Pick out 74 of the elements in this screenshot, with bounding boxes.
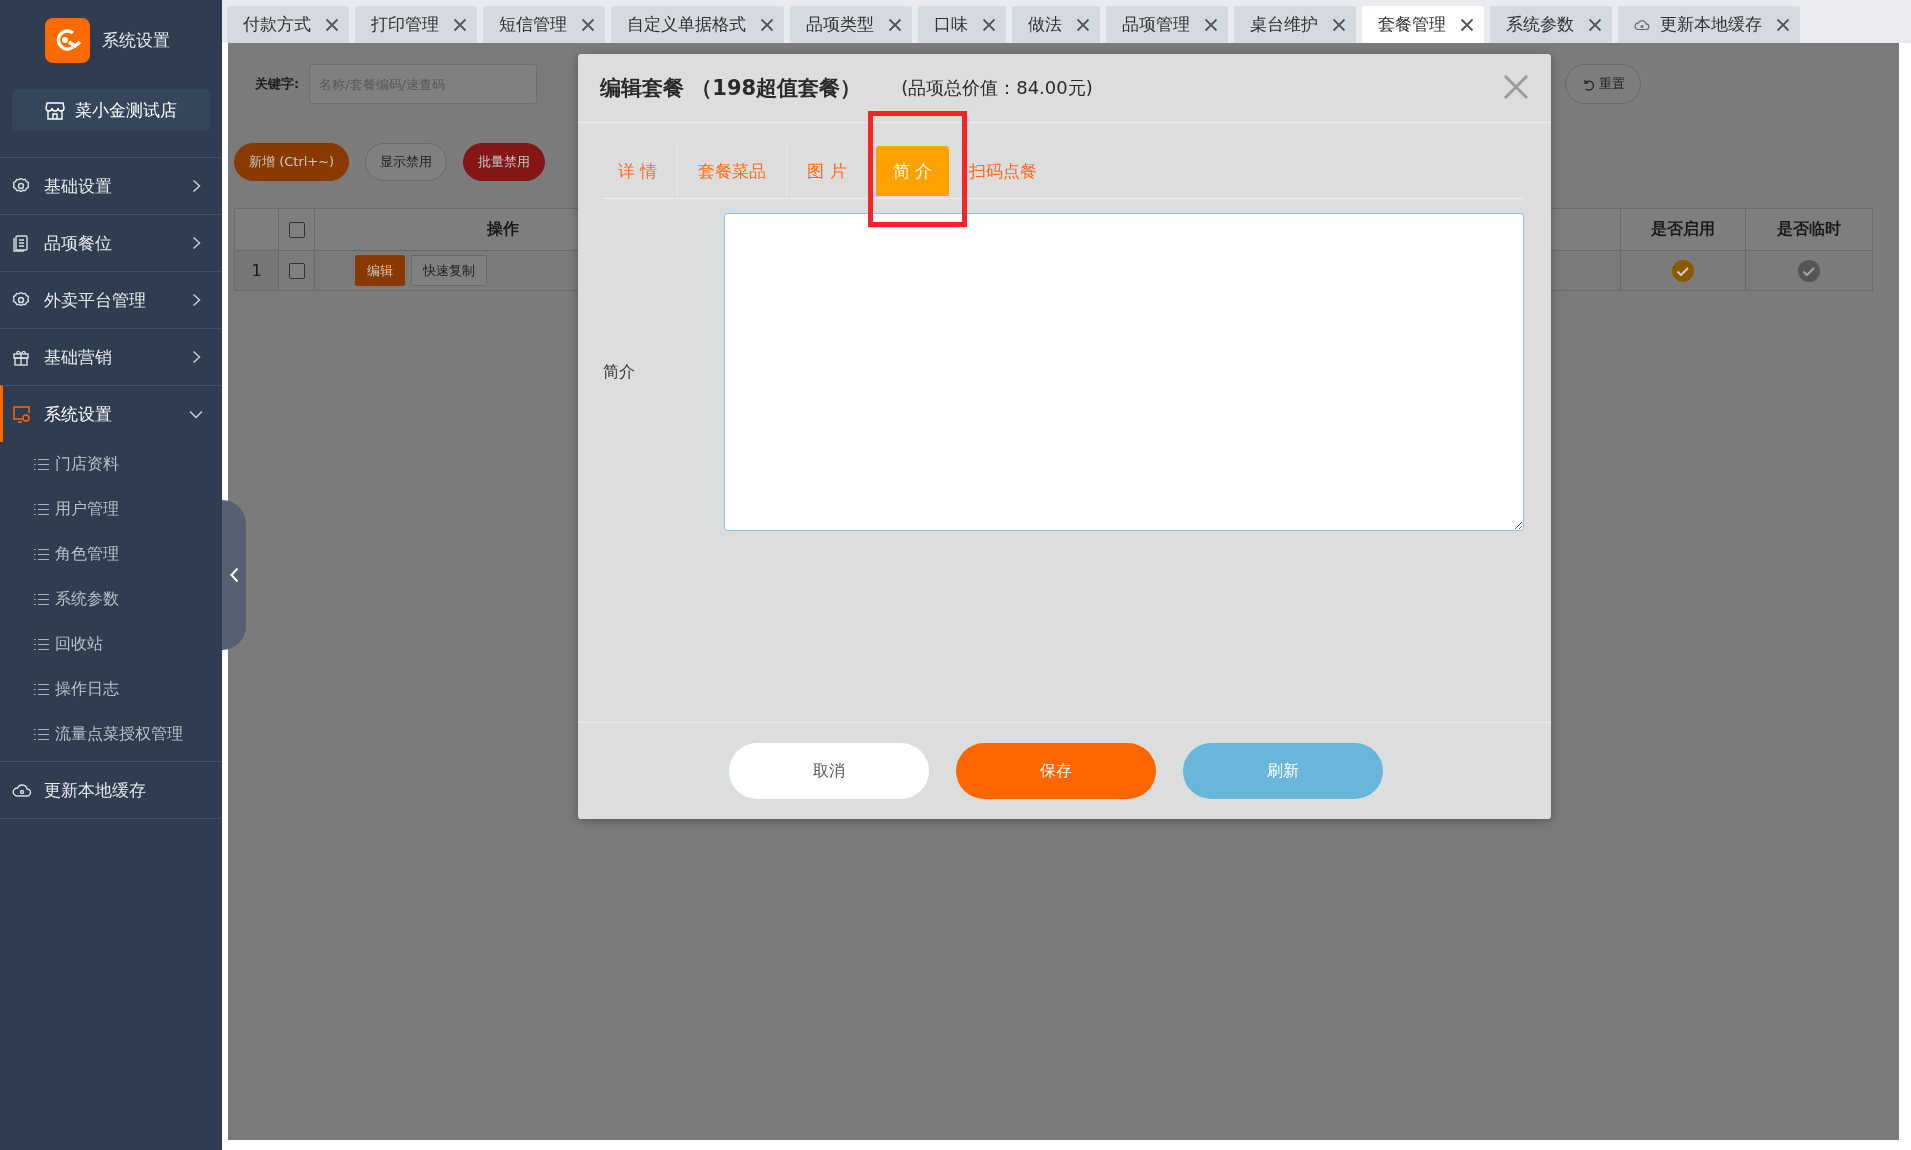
checkbox[interactable] xyxy=(288,221,305,238)
store-button[interactable]: 菜小金测试店 xyxy=(12,89,210,131)
row-action-button[interactable]: 编辑 xyxy=(355,255,405,286)
keyword-label: 关键字: xyxy=(255,75,300,93)
logo-icon xyxy=(45,17,90,63)
close-icon[interactable] xyxy=(453,17,467,32)
sidebar-subitem[interactable]: 流量点菜授权管理 xyxy=(0,712,222,757)
close-icon[interactable] xyxy=(581,17,595,32)
checkbox[interactable] xyxy=(288,262,305,279)
close-icon[interactable] xyxy=(1776,17,1790,32)
page-tab[interactable]: 品项类型 xyxy=(790,6,912,43)
chevron-right-icon xyxy=(191,350,201,364)
column-header: 是否启用 xyxy=(1621,209,1746,251)
chevron-right-icon xyxy=(191,293,201,307)
page-tab[interactable]: 系统参数 xyxy=(1490,6,1612,43)
page-tab[interactable]: 口味 xyxy=(918,6,1006,43)
page-tab[interactable]: 桌台维护 xyxy=(1234,6,1356,43)
page-tab[interactable]: 付款方式 xyxy=(227,6,349,43)
row-action-button[interactable]: 快速复制 xyxy=(411,255,487,286)
field-label: 简介 xyxy=(603,361,636,383)
store-icon xyxy=(45,100,65,120)
total-value-text: (品项总价值：84.00元) xyxy=(901,76,1093,100)
toolbar-button[interactable]: 显示禁用 xyxy=(365,143,448,181)
document-icon xyxy=(12,234,30,252)
sidebar-subitem[interactable]: 门店资料 xyxy=(0,442,222,487)
row-number: 1 xyxy=(235,251,279,291)
toolbar-button[interactable]: 批量禁用 xyxy=(463,143,546,181)
chevron-left-icon xyxy=(229,567,239,583)
gear-icon xyxy=(12,291,30,309)
close-icon[interactable] xyxy=(1204,17,1218,32)
page-tab[interactable]: 更新本地缓存 xyxy=(1618,6,1800,43)
close-icon[interactable] xyxy=(888,17,902,32)
undo-icon xyxy=(1581,77,1595,91)
description-field[interactable] xyxy=(724,213,1524,531)
cloud-icon xyxy=(1634,18,1650,31)
page-tab[interactable]: 短信管理 xyxy=(483,6,605,43)
list-icon xyxy=(34,548,49,561)
page-tab[interactable]: 做法 xyxy=(1012,6,1100,43)
toolbar-button[interactable]: 新增 (Ctrl+~) xyxy=(234,143,350,181)
close-icon[interactable] xyxy=(1332,17,1346,32)
close-icon[interactable] xyxy=(1076,17,1090,32)
monitor-gear-icon xyxy=(12,405,32,423)
list-icon xyxy=(34,728,49,741)
modal-title: 编辑套餐 （198超值套餐） xyxy=(600,75,862,102)
gift-icon xyxy=(12,348,30,366)
close-icon[interactable] xyxy=(1460,17,1474,32)
close-icon[interactable] xyxy=(1588,17,1602,32)
chevron-right-icon xyxy=(191,179,201,193)
list-icon xyxy=(34,458,49,471)
page-tab[interactable]: 套餐管理 xyxy=(1362,6,1484,43)
sidebar-subitem[interactable]: 角色管理 xyxy=(0,532,222,577)
list-icon xyxy=(34,683,49,696)
close-icon[interactable] xyxy=(982,17,996,32)
page-tab[interactable]: 打印管理 xyxy=(355,6,477,43)
close-icon[interactable] xyxy=(760,17,774,32)
page-tab[interactable]: 自定义单据格式 xyxy=(611,6,784,43)
close-icon[interactable] xyxy=(325,17,339,32)
cloud-icon xyxy=(12,781,32,799)
chevron-right-icon xyxy=(191,236,201,250)
sidebar-subitem[interactable]: 操作日志 xyxy=(0,667,222,712)
reset-button[interactable]: 重置 xyxy=(1565,64,1641,104)
page-tab[interactable]: 品项管理 xyxy=(1106,6,1228,43)
app-title: 系统设置 xyxy=(102,28,170,52)
list-icon xyxy=(34,503,49,516)
gear-icon xyxy=(12,177,30,195)
list-icon xyxy=(34,638,49,651)
column-header: 是否临时 xyxy=(1746,209,1873,251)
sidebar-subitem[interactable]: 系统参数 xyxy=(0,577,222,622)
list-icon xyxy=(34,593,49,606)
sidebar-subitem[interactable]: 用户管理 xyxy=(0,487,222,532)
chevron-down-icon xyxy=(189,409,203,419)
modal-button[interactable]: 取消 xyxy=(729,743,929,799)
collapse-handle[interactable] xyxy=(222,500,246,650)
sidebar-subitem[interactable]: 回收站 xyxy=(0,622,222,667)
